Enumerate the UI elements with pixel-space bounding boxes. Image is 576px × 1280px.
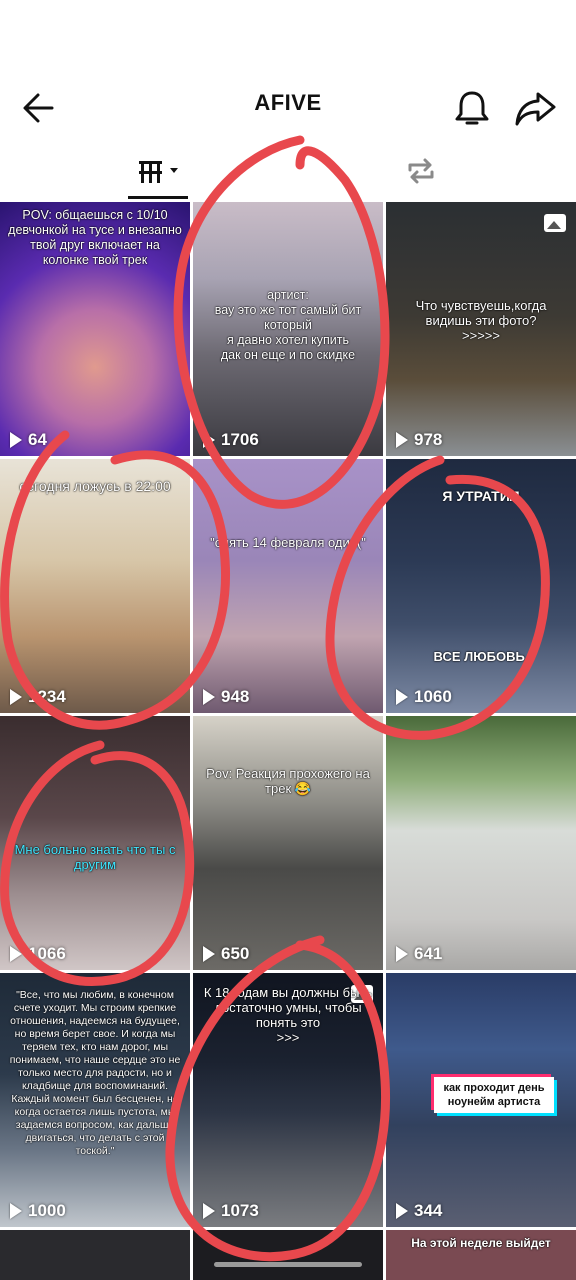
view-count: 1060 — [396, 687, 452, 707]
video-caption: артист: вау это же тот самый бит который… — [214, 288, 362, 362]
video-tile[interactable]: 641 — [386, 716, 576, 970]
bell-icon[interactable] — [452, 86, 492, 130]
play-icon — [203, 689, 215, 705]
view-count: 650 — [203, 944, 249, 964]
play-icon — [203, 1203, 215, 1219]
video-caption: как проходит день ноунейм артиста — [434, 1077, 554, 1113]
play-icon — [10, 432, 22, 448]
play-icon — [10, 689, 22, 705]
view-count: 1073 — [203, 1201, 259, 1221]
video-tile[interactable]: "Все, что мы любим, в конечном счете ухо… — [0, 973, 190, 1227]
video-tile[interactable]: Я УТРАТИЛ ВСЕ ЛЮБОВЬ, 1060 — [386, 459, 576, 713]
share-arrow-icon[interactable] — [512, 86, 558, 130]
video-caption: "опять 14 февраля один(" — [210, 535, 366, 550]
video-caption-secondary: ВСЕ ЛЮБОВЬ, — [433, 649, 529, 664]
play-icon — [396, 689, 408, 705]
play-icon — [203, 432, 215, 448]
view-count: 344 — [396, 1201, 442, 1221]
view-count: 948 — [203, 687, 249, 707]
video-tile[interactable]: "опять 14 февраля один(" 948 — [193, 459, 383, 713]
play-icon — [10, 1203, 22, 1219]
video-caption: Мне больно знать что ты с другим — [14, 842, 176, 872]
tab-videos[interactable] — [0, 140, 288, 199]
play-icon — [203, 946, 215, 962]
video-caption: На этой неделе выйдет — [411, 1236, 551, 1250]
home-indicator[interactable] — [214, 1262, 362, 1267]
video-tile[interactable]: К 18 годам вы должны быть достаточно умн… — [193, 973, 383, 1227]
view-count: 64 — [10, 430, 47, 450]
view-count: 978 — [396, 430, 442, 450]
profile-tabs — [0, 140, 576, 200]
play-icon — [396, 432, 408, 448]
tab-reposts[interactable] — [288, 140, 576, 198]
video-tile[interactable]: как проходит день ноунейм артиста 344 — [386, 973, 576, 1227]
video-tile[interactable] — [0, 1230, 190, 1280]
profile-header: AFIVE — [0, 0, 576, 140]
video-caption: К 18 годам вы должны быть достаточно умн… — [203, 985, 373, 1045]
video-caption: Я УТРАТИЛ — [442, 488, 520, 504]
view-count: 1234 — [10, 687, 66, 707]
view-count: 1066 — [10, 944, 66, 964]
video-caption: Pov: Реакция прохожего на трек 😂 — [206, 766, 370, 796]
video-tile[interactable]: артист: вау это же тот самый бит который… — [193, 202, 383, 456]
active-tab-indicator — [128, 196, 188, 199]
video-caption: POV: общаешься с 10/10 девчонкой на тусе… — [8, 208, 182, 267]
video-caption: Что чувствуешь,когда видишь эти фото? >>… — [415, 298, 547, 343]
view-count: 1000 — [10, 1201, 66, 1221]
video-tile[interactable]: Pov: Реакция прохожего на трек 😂 650 — [193, 716, 383, 970]
view-count: 641 — [396, 944, 442, 964]
play-icon — [396, 1203, 408, 1219]
video-tile[interactable]: На этой неделе выйдет — [386, 1230, 576, 1280]
video-grid: POV: общаешься с 10/10 девчонкой на тусе… — [0, 202, 576, 1280]
view-count: 1706 — [203, 430, 259, 450]
video-tile[interactable]: Мне больно знать что ты с другим 1066 — [0, 716, 190, 970]
video-caption: сегодня ложусь в 22:00 — [19, 478, 171, 494]
play-icon — [10, 946, 22, 962]
video-tile[interactable]: сегодня ложусь в 22:00 1234 — [0, 459, 190, 713]
video-tile[interactable]: POV: общаешься с 10/10 девчонкой на тусе… — [0, 202, 190, 456]
grid-columns-icon — [139, 161, 178, 183]
photo-icon — [544, 214, 566, 232]
video-tile[interactable]: Что чувствуешь,когда видишь эти фото? >>… — [386, 202, 576, 456]
play-icon — [396, 946, 408, 962]
video-tile[interactable] — [193, 1230, 383, 1280]
video-caption: "Все, что мы любим, в конечном счете ухо… — [9, 989, 181, 1157]
repost-icon — [408, 158, 434, 184]
